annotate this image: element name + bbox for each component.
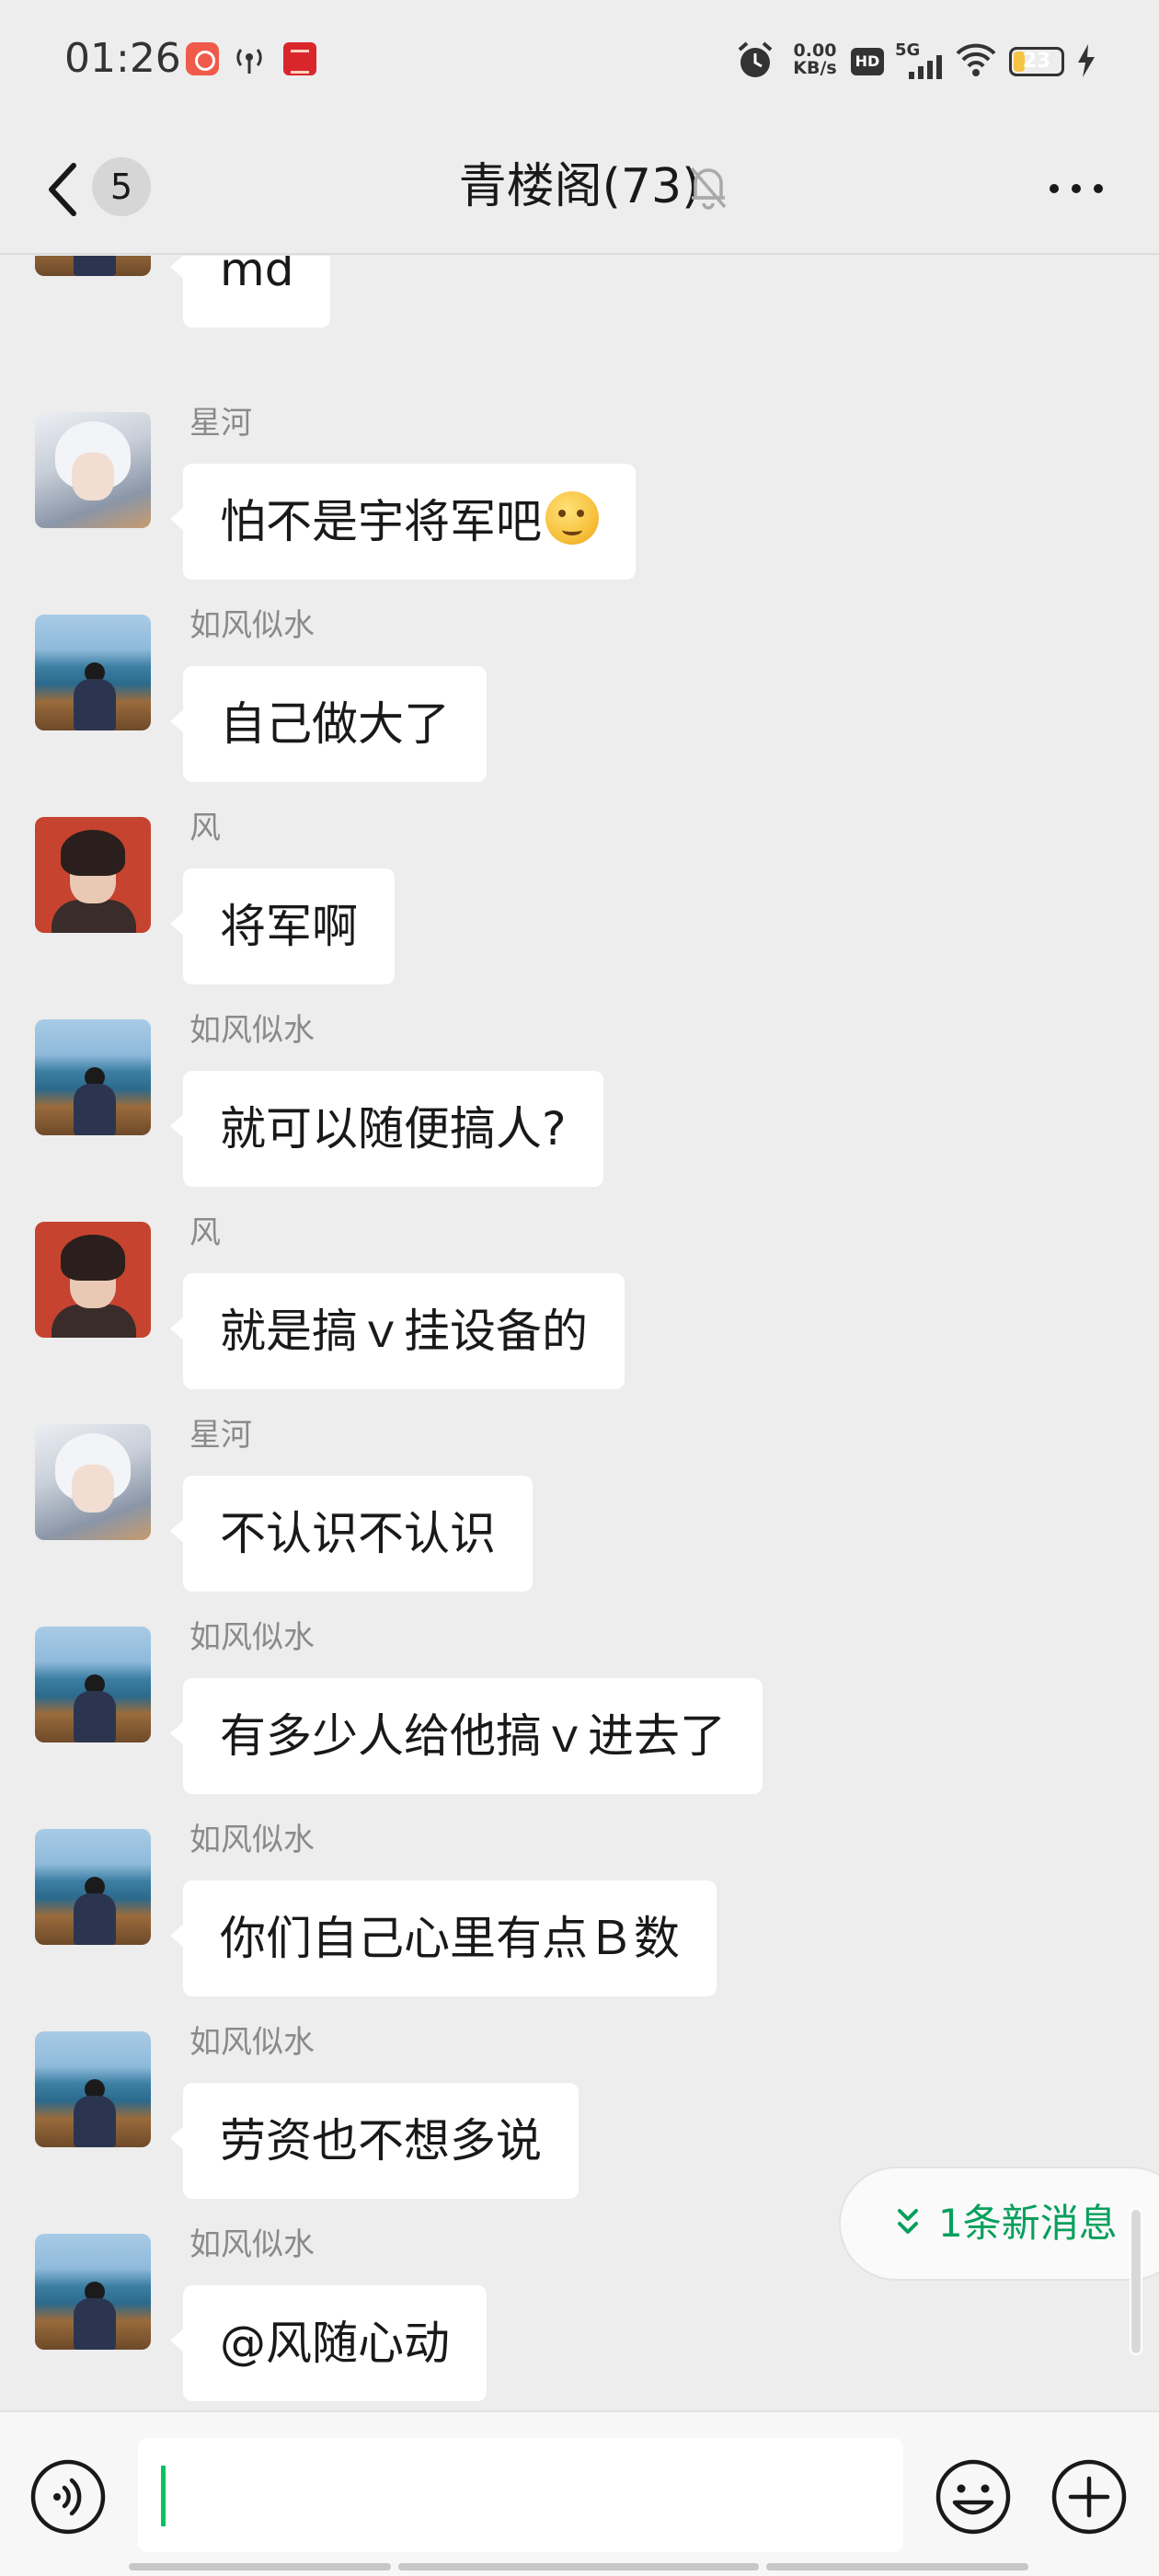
digital-id-icon [283,42,316,75]
hd-badge: HD [851,48,884,75]
avatar[interactable] [35,412,151,528]
message-bubble[interactable]: 劳资也不想多说 [170,2083,579,2199]
message-text: 怕不是宇将军吧 [220,495,542,548]
battery-icon: 23 [1009,47,1064,76]
sender-name: 风 [189,810,221,846]
message-bubble[interactable]: 有多少人给他搞ｖ进去了 [170,1678,763,1794]
message-bubble[interactable]: 就是搞ｖ挂设备的 [170,1273,625,1389]
double-chevron-down-icon [898,2209,918,2234]
avatar[interactable] [35,2031,151,2147]
emoji-button[interactable] [933,2456,1014,2537]
input-bar [0,2410,1159,2576]
battery-level: 23 [1022,50,1051,73]
nav-gesture-bar [129,2563,391,2570]
sender-name: 星河 [189,405,252,442]
avatar[interactable] [35,1019,151,1135]
message-bubble[interactable]: 就可以随便搞人? [170,1071,603,1187]
net-speed-unit: KB/s [793,58,837,78]
nav-gesture-bar [766,2563,1028,2570]
app-notification-icon [186,42,219,75]
avatar[interactable] [35,2234,151,2350]
message-bubble[interactable]: 不认识不认识 [170,1476,533,1592]
sender-name: 如风似水 [189,1822,315,1858]
message-bubble[interactable]: 你们自己心里有点Ｂ数 [170,1880,717,1996]
nav-gesture-bar [398,2563,759,2570]
new-messages-button[interactable]: 1条新消息 [839,2167,1159,2281]
avatar[interactable] [35,1424,151,1540]
sender-name: 风 [189,1214,221,1251]
sender-name: 如风似水 [189,1619,315,1656]
sender-name: 如风似水 [189,607,315,644]
charging-icon [1078,44,1095,77]
message-bubble[interactable]: @风随心动 [170,2285,487,2401]
chat-title: 青楼阁(73) [458,159,701,214]
avatar[interactable] [35,1222,151,1338]
avatar[interactable] [35,256,151,276]
status-bar: 01:26 0.00 KB/s HD 5G 23 [0,0,1159,124]
message-bubble[interactable]: 自己做大了 [170,666,487,782]
sender-name: 星河 [189,1417,252,1454]
message-bubble[interactable]: md [169,256,331,328]
chat-header: 5 青楼阁(73) [0,124,1159,255]
sender-name: 如风似水 [189,1012,315,1049]
message-list[interactable]: md 星河 怕不是宇将军吧 如风似水 自己做大了 风 将军啊 如风似水 就可以随… [0,256,1159,2410]
sender-name: 如风似水 [189,2024,315,2061]
sender-name: 如风似水 [189,2226,315,2263]
avatar[interactable] [35,1829,151,1945]
text-caret [161,2466,166,2526]
voice-input-button[interactable] [28,2456,109,2537]
thinking-face-emoji-icon [545,491,599,545]
avatar[interactable] [35,817,151,933]
net-speed: 0.00 KB/s [787,42,843,77]
avatar[interactable] [35,615,151,730]
new-messages-label: 1条新消息 [938,2201,1118,2246]
avatar[interactable] [35,1627,151,1742]
signal-icon [909,55,942,79]
alarm-icon [738,41,773,77]
message-input[interactable] [138,2438,903,2552]
scrollbar-thumb[interactable] [1130,2208,1142,2355]
status-time: 01:26 [64,35,181,82]
more-options-button[interactable] [1039,161,1113,216]
hotspot-icon [236,49,262,74]
wifi-icon [956,43,996,76]
more-functions-plus-button[interactable] [1049,2456,1130,2537]
message-bubble[interactable]: 将军啊 [170,868,395,984]
message-bubble[interactable]: 怕不是宇将军吧 [170,464,636,580]
mute-bell-icon [690,167,727,210]
